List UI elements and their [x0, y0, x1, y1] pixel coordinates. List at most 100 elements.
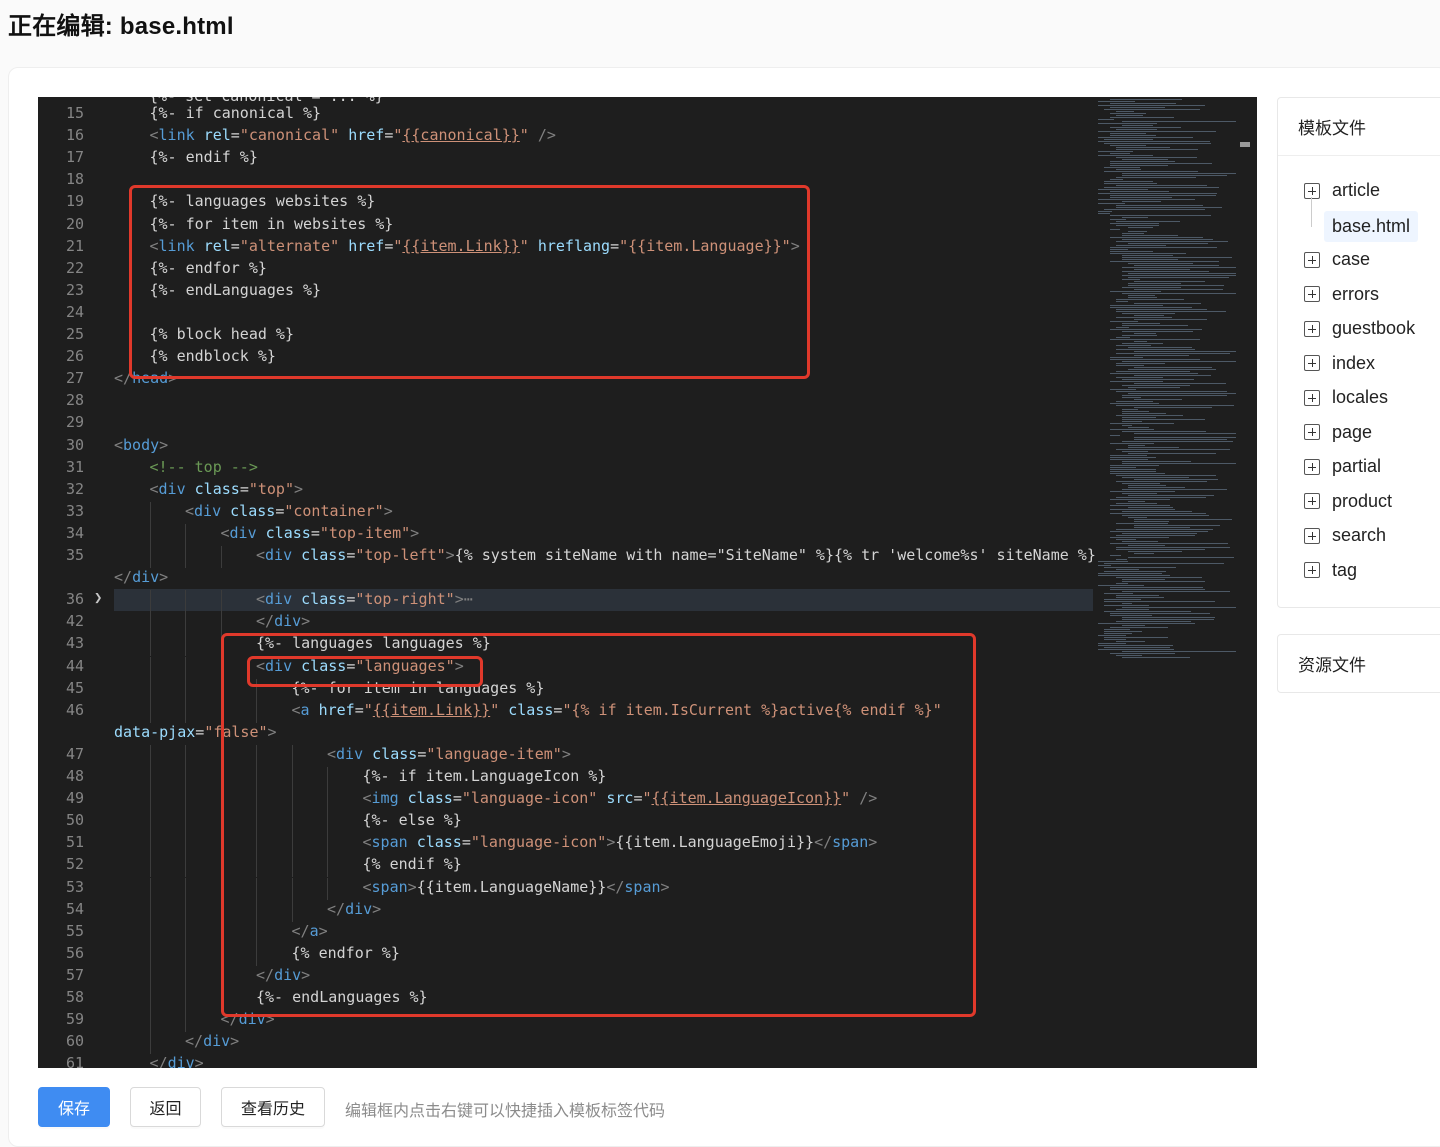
code-line[interactable]: <link rel="canonical" href="{{canonical}…	[150, 126, 556, 144]
line-number: 16	[65, 126, 84, 145]
minimap-line	[1122, 257, 1232, 258]
back-button[interactable]: 返回	[130, 1087, 201, 1127]
plus-square-icon[interactable]	[1304, 562, 1320, 578]
minimap-line	[1128, 545, 1166, 546]
minimap-line	[1110, 509, 1175, 510]
code-line[interactable]: <div class="top-left">{% system siteName…	[256, 546, 1096, 564]
tree-folder-label: case	[1332, 249, 1371, 269]
line-number: 45	[65, 678, 84, 697]
tree-folder-case[interactable]: case	[1304, 249, 1370, 270]
code-line[interactable]: </div>	[185, 1032, 239, 1050]
minimap-line	[1098, 199, 1196, 200]
minimap-line	[1128, 495, 1215, 496]
tree-folder-partial[interactable]: partial	[1304, 456, 1381, 477]
plus-square-icon[interactable]	[1304, 320, 1320, 337]
minimap-line	[1116, 299, 1185, 300]
minimap-line	[1098, 119, 1114, 120]
tree-folder-product[interactable]: product	[1304, 491, 1392, 512]
tree-folder-guestbook[interactable]: guestbook	[1304, 318, 1415, 339]
tree-file-base-html[interactable]: base.html	[1324, 210, 1419, 242]
plus-square-icon[interactable]	[1304, 355, 1320, 371]
tree-folder-errors[interactable]: errors	[1304, 284, 1379, 305]
minimap-line	[1110, 99, 1182, 100]
code-lines[interactable]: {%- set canonical = ... %}15{%- if canon…	[38, 97, 1133, 1068]
line-number: 47	[65, 744, 84, 763]
minimap-line	[1110, 443, 1155, 444]
minimap-line	[1122, 419, 1205, 420]
minimap-line	[1116, 349, 1196, 350]
plus-square-icon[interactable]	[1304, 424, 1320, 440]
code-line[interactable]: </div>	[114, 568, 168, 586]
line-number: 17	[65, 148, 84, 167]
save-button[interactable]: 保存	[38, 1087, 110, 1127]
tree-folder-article[interactable]: article	[1304, 180, 1380, 201]
minimap-line	[1116, 405, 1234, 406]
indent-guide	[149, 1010, 151, 1033]
minimap-line	[1110, 321, 1138, 322]
line-number: 46	[65, 700, 84, 719]
minimap-line	[1098, 645, 1173, 646]
minimap-line	[1116, 401, 1153, 402]
code-line[interactable]: <div class="container">	[185, 502, 393, 520]
plus-square-icon[interactable]	[1304, 527, 1320, 544]
minimap-line	[1122, 395, 1228, 396]
minimap-line	[1116, 503, 1158, 504]
minimap-line	[1104, 639, 1126, 640]
indent-guide	[149, 523, 151, 546]
indent-guide	[185, 811, 186, 834]
code-line[interactable]: {%- endif %}	[150, 148, 258, 166]
template-files-panel: 模板文件 article base.html case errors guestbook…	[1277, 97, 1440, 608]
tree-folder-tag[interactable]: tag	[1304, 560, 1357, 581]
minimap-line	[1122, 361, 1236, 362]
minimap-line	[1122, 619, 1215, 620]
minimap-line	[1104, 593, 1134, 594]
minimap-line	[1134, 525, 1220, 526]
minimap-line	[1110, 103, 1176, 104]
page-title: 正在编辑: base.html	[8, 13, 234, 40]
code-line[interactable]: </div>	[150, 1054, 204, 1068]
code-line[interactable]: </div>	[256, 612, 310, 630]
minimap[interactable]	[1098, 97, 1238, 1068]
fold-chevron-icon[interactable]: ❯	[94, 590, 102, 606]
line-number: 49	[65, 789, 84, 808]
indent-guide	[185, 590, 186, 613]
tree-folder-index[interactable]: index	[1304, 353, 1375, 374]
plus-square-icon[interactable]	[1304, 182, 1320, 199]
code-editor[interactable]: {%- set canonical = ... %}15{%- if canon…	[38, 97, 1257, 1068]
plus-square-icon[interactable]	[1304, 286, 1320, 302]
minimap-line	[1110, 249, 1128, 250]
code-line[interactable]: <div class="top-right">⋯	[256, 590, 473, 608]
minimap-line	[1104, 187, 1220, 188]
minimap-line	[1116, 547, 1231, 548]
minimap-line	[1128, 243, 1209, 244]
indent-guide	[185, 1010, 186, 1033]
minimap-line	[1116, 583, 1128, 584]
view-history-button[interactable]: 查看历史	[221, 1087, 325, 1127]
code-line[interactable]: <div class="top">	[150, 480, 304, 498]
code-line[interactable]: {%- if canonical %}	[150, 104, 322, 122]
code-line[interactable]: <!-- top -->	[150, 458, 258, 476]
minimap-line	[1134, 341, 1148, 342]
tree-folder-locales[interactable]: locales	[1304, 387, 1388, 408]
minimap-line	[1104, 139, 1153, 140]
indent-guide	[185, 634, 186, 657]
indent-guide	[149, 501, 151, 524]
tree-folder-page[interactable]: page	[1304, 422, 1372, 443]
tree-folder-search[interactable]: search	[1304, 525, 1386, 546]
minimap-slider[interactable]	[1240, 142, 1250, 147]
code-line[interactable]: <body>	[114, 436, 168, 454]
resource-files-panel[interactable]: 资源文件	[1277, 634, 1440, 693]
minimap-line	[1098, 561, 1129, 562]
plus-square-icon[interactable]	[1304, 493, 1320, 509]
minimap-line	[1122, 489, 1228, 490]
minimap-line	[1098, 211, 1113, 212]
plus-square-icon[interactable]	[1304, 251, 1320, 268]
plus-square-icon[interactable]	[1304, 389, 1320, 406]
line-number: 48	[65, 767, 84, 785]
minimap-line	[1134, 437, 1236, 438]
plus-square-icon[interactable]	[1304, 458, 1320, 475]
minimap-line	[1116, 371, 1191, 372]
minimap-line	[1122, 617, 1215, 618]
minimap-line	[1122, 313, 1176, 314]
code-line[interactable]: <div class="top-item">	[221, 524, 420, 542]
